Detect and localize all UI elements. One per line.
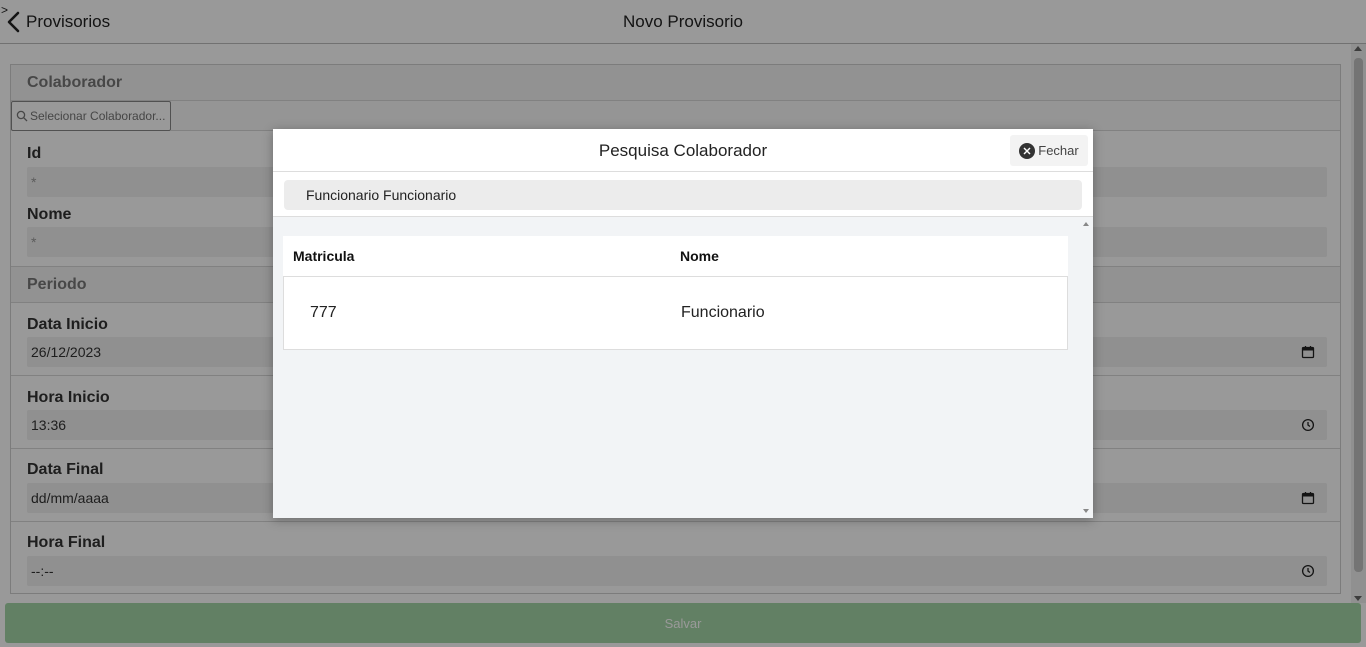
table-header: Matricula Nome: [283, 236, 1068, 277]
scroll-up-icon[interactable]: [1083, 222, 1089, 226]
cell-nome: Funcionario: [681, 304, 765, 321]
cell-matricula: 777: [310, 304, 337, 321]
modal-title: Pesquisa Colaborador: [598, 141, 768, 160]
modal-search-bar: [273, 172, 1093, 217]
close-circle-icon: [1019, 142, 1036, 159]
modal-search-input[interactable]: [284, 180, 1082, 210]
column-header-matricula[interactable]: Matricula: [283, 248, 670, 264]
results-table: Matricula Nome 777 Funcionario: [283, 236, 1068, 350]
search-colaborador-modal: Pesquisa Colaborador Fechar Matricula No…: [273, 129, 1093, 518]
scroll-down-icon[interactable]: [1083, 509, 1089, 513]
modal-header: Pesquisa Colaborador Fechar: [273, 129, 1093, 172]
close-button[interactable]: Fechar: [1010, 135, 1088, 166]
modal-results: Matricula Nome 777 Funcionario: [273, 217, 1093, 518]
close-label: Fechar: [1038, 143, 1079, 158]
column-header-nome[interactable]: Nome: [670, 248, 719, 264]
table-row[interactable]: 777 Funcionario: [283, 277, 1068, 350]
